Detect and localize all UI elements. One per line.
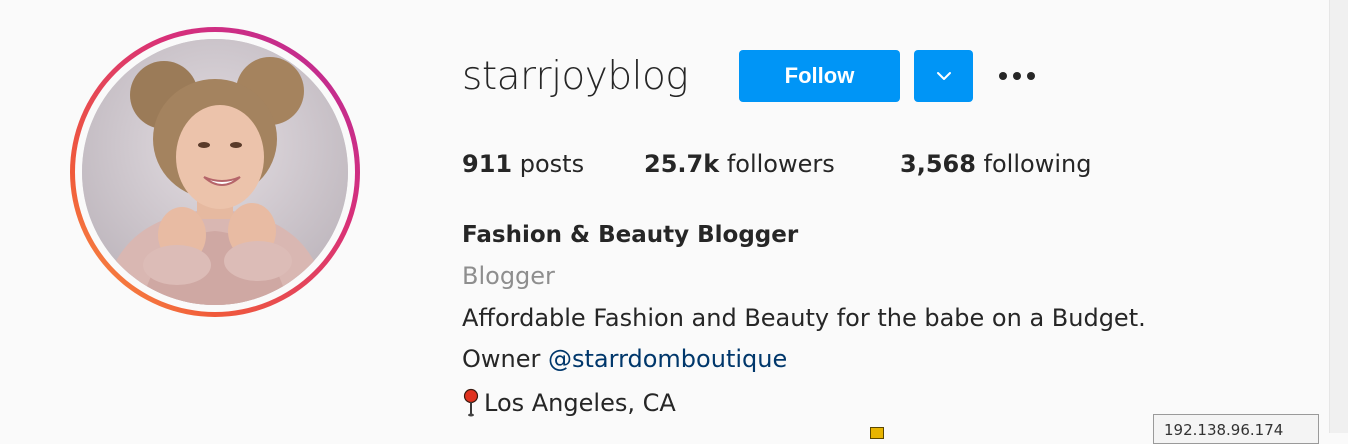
profile-full-name: Fashion & Beauty Blogger <box>462 222 799 248</box>
followers-label: followers <box>719 150 835 178</box>
following-count: 3,568 <box>900 150 976 178</box>
posts-count: 911 <box>462 150 513 178</box>
owner-mention-link[interactable]: @starrdomboutique <box>548 345 787 373</box>
followers-stat[interactable]: 25.7k followers <box>644 146 835 182</box>
owner-prefix: Owner <box>462 345 548 373</box>
suggested-accounts-dropdown-button[interactable] <box>914 50 973 102</box>
followers-count: 25.7k <box>644 150 720 178</box>
avatar-story-ring[interactable] <box>70 27 360 317</box>
round-pushpin-icon <box>463 388 479 417</box>
profile-bio-owner: Owner @starrdomboutique <box>462 342 787 376</box>
profile-bio-description: Affordable Fashion and Beauty for the ba… <box>462 304 1146 332</box>
posts-label: posts <box>512 150 585 178</box>
page-scrollbar[interactable] <box>1329 0 1348 433</box>
more-options-button[interactable] <box>996 60 1038 92</box>
more-options-icon <box>999 72 1035 80</box>
profile-location: Los Angeles, CA <box>460 386 676 420</box>
avatar[interactable] <box>82 39 348 305</box>
posts-stat: 911 posts <box>462 146 584 182</box>
profile-category: Blogger <box>462 262 555 290</box>
following-label: following <box>975 150 1092 178</box>
follow-button[interactable]: Follow <box>739 50 900 102</box>
location-text: Los Angeles, CA <box>484 389 676 417</box>
following-stat[interactable]: 3,568 following <box>900 146 1091 182</box>
profile-username: starrjoyblog <box>462 54 689 99</box>
chevron-down-icon <box>936 72 951 80</box>
profile-photo-image <box>82 39 348 305</box>
cursor-indicator <box>870 427 884 439</box>
ip-address-tooltip: 192.138.96.174 <box>1153 414 1319 444</box>
